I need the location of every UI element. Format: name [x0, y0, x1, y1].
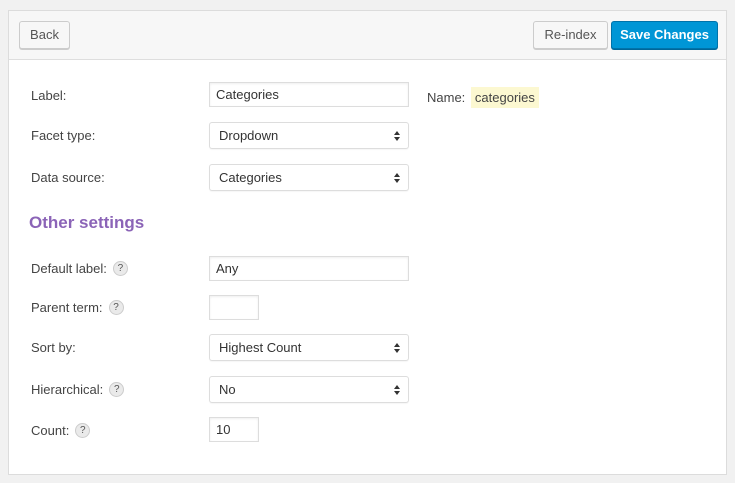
facet-settings-panel: Back Re-index Save Changes Label: Catego… — [8, 10, 727, 475]
select-arrows-icon — [394, 385, 400, 395]
data-source-select[interactable]: Categories — [209, 164, 409, 191]
facet-type-field-label: Facet type: — [31, 128, 96, 143]
data-source-value: Categories — [219, 170, 282, 185]
reindex-button[interactable]: Re-index — [533, 21, 608, 49]
help-icon[interactable]: ? — [108, 300, 124, 316]
select-arrows-icon — [394, 131, 400, 141]
data-source-field-label: Data source: — [31, 170, 105, 185]
label-field-label: Label: — [31, 88, 67, 103]
name-field-label: Name: — [427, 90, 466, 105]
count-row: Count:? — [31, 423, 91, 439]
facet-type-value: Dropdown — [219, 128, 279, 143]
default-label-row: Default label:? — [31, 261, 128, 277]
hierarchical-row: Hierarchical:? — [31, 382, 125, 398]
parent-term-input[interactable] — [209, 295, 259, 320]
help-icon[interactable]: ? — [112, 261, 128, 277]
count-input[interactable]: 10 — [209, 417, 259, 442]
hierarchical-value: No — [219, 382, 236, 397]
facet-type-select[interactable]: Dropdown — [209, 122, 409, 149]
label-input[interactable]: Categories — [209, 82, 409, 107]
help-icon[interactable]: ? — [75, 423, 91, 439]
help-icon[interactable]: ? — [109, 382, 125, 398]
hierarchical-select[interactable]: No — [209, 376, 409, 403]
select-arrows-icon — [394, 173, 400, 183]
back-button[interactable]: Back — [19, 21, 70, 49]
sort-by-value: Highest Count — [219, 340, 302, 355]
section-title: Other settings — [29, 213, 145, 232]
sort-by-select[interactable]: Highest Count — [209, 334, 409, 361]
parent-term-field-label: Parent term: — [31, 300, 103, 315]
toolbar: Back Re-index Save Changes — [9, 11, 726, 60]
name-display: Name: categories — [427, 87, 539, 108]
sort-by-field-label: Sort by: — [31, 340, 76, 355]
hierarchical-field-label: Hierarchical: — [31, 382, 104, 397]
default-label-field-label: Default label: — [31, 261, 107, 276]
select-arrows-icon — [394, 343, 400, 353]
name-value: categories — [470, 87, 539, 108]
save-changes-button[interactable]: Save Changes — [611, 21, 718, 49]
default-label-input[interactable]: Any — [209, 256, 409, 281]
parent-term-row: Parent term:? — [31, 300, 124, 316]
count-field-label: Count: — [31, 423, 70, 438]
